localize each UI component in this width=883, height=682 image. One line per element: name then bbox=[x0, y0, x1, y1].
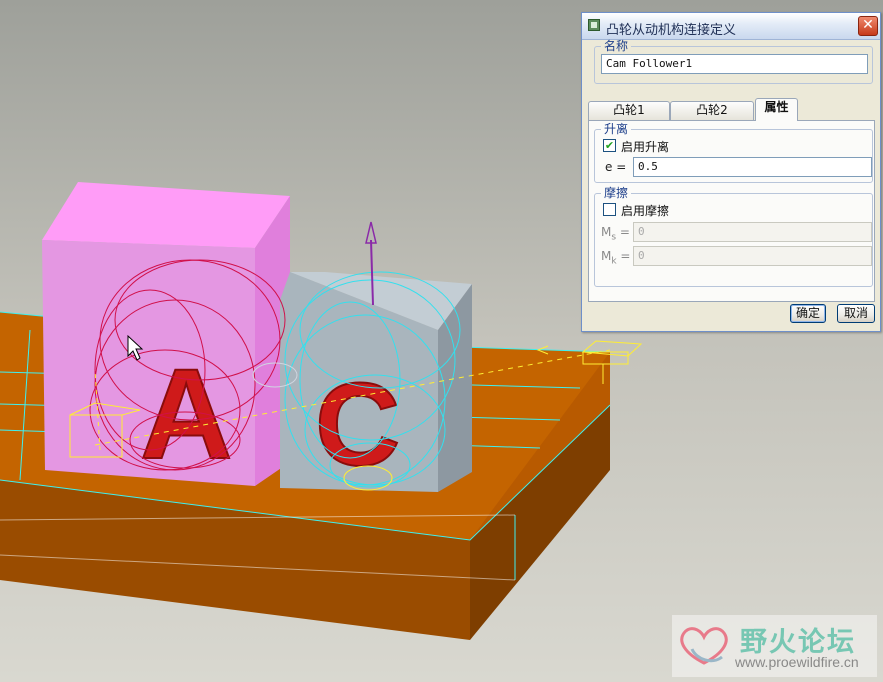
properties-panel: 升离 ✔ 启用升离 e = 0.5 摩擦 启用摩擦 Ms = 0 Mk = 0 bbox=[588, 120, 875, 302]
mu-k-symbol: M bbox=[601, 249, 612, 263]
mu-s-symbol: M bbox=[601, 225, 612, 239]
friction-group-label: 摩擦 bbox=[604, 186, 629, 200]
close-button[interactable]: ✕ bbox=[858, 16, 878, 36]
enable-liftoff-label: 启用升离 bbox=[621, 140, 670, 154]
mu-s-subscript: s bbox=[611, 232, 617, 243]
name-group-label: 名称 bbox=[604, 39, 629, 53]
name-input[interactable]: Cam Follower1 bbox=[601, 54, 868, 74]
tab-properties[interactable]: 属性 bbox=[755, 98, 798, 121]
e-value-input[interactable]: 0.5 bbox=[633, 157, 872, 177]
mu-k-equals: = bbox=[620, 249, 631, 263]
mu-s-label: Ms = bbox=[601, 225, 630, 242]
mu-k-input[interactable]: 0 bbox=[633, 246, 872, 266]
enable-friction-label: 启用摩擦 bbox=[621, 204, 670, 218]
watermark-logo-icon bbox=[680, 627, 728, 665]
e-label: e = bbox=[605, 160, 627, 174]
checkmark-icon: ✔ bbox=[604, 139, 615, 152]
mu-k-subscript: k bbox=[611, 256, 617, 267]
ok-button[interactable]: 确定 bbox=[790, 304, 826, 323]
cancel-button[interactable]: 取消 bbox=[837, 304, 875, 323]
tab-cam2[interactable]: 凸轮2 bbox=[670, 101, 754, 120]
enable-friction-checkbox[interactable] bbox=[603, 203, 616, 216]
mu-s-input[interactable]: 0 bbox=[633, 222, 872, 242]
cam-follower-connection-dialog: 凸轮从动机构连接定义 ✕ 名称 Cam Follower1 凸轮1 凸轮2 属性… bbox=[581, 12, 881, 332]
close-icon: ✕ bbox=[862, 17, 874, 33]
app-icon bbox=[588, 19, 600, 31]
dialog-titlebar[interactable]: 凸轮从动机构连接定义 ✕ bbox=[582, 13, 880, 40]
liftoff-group-label: 升离 bbox=[604, 122, 629, 136]
watermark-url: www.proewildfire.cn bbox=[735, 654, 859, 670]
mu-s-equals: = bbox=[619, 225, 630, 239]
enable-liftoff-checkbox[interactable]: ✔ bbox=[603, 139, 616, 152]
tab-cam1[interactable]: 凸轮1 bbox=[588, 101, 670, 120]
dialog-title: 凸轮从动机构连接定义 bbox=[606, 23, 737, 38]
letter-a: A bbox=[140, 343, 232, 486]
mu-k-label: Mk = bbox=[601, 249, 630, 266]
